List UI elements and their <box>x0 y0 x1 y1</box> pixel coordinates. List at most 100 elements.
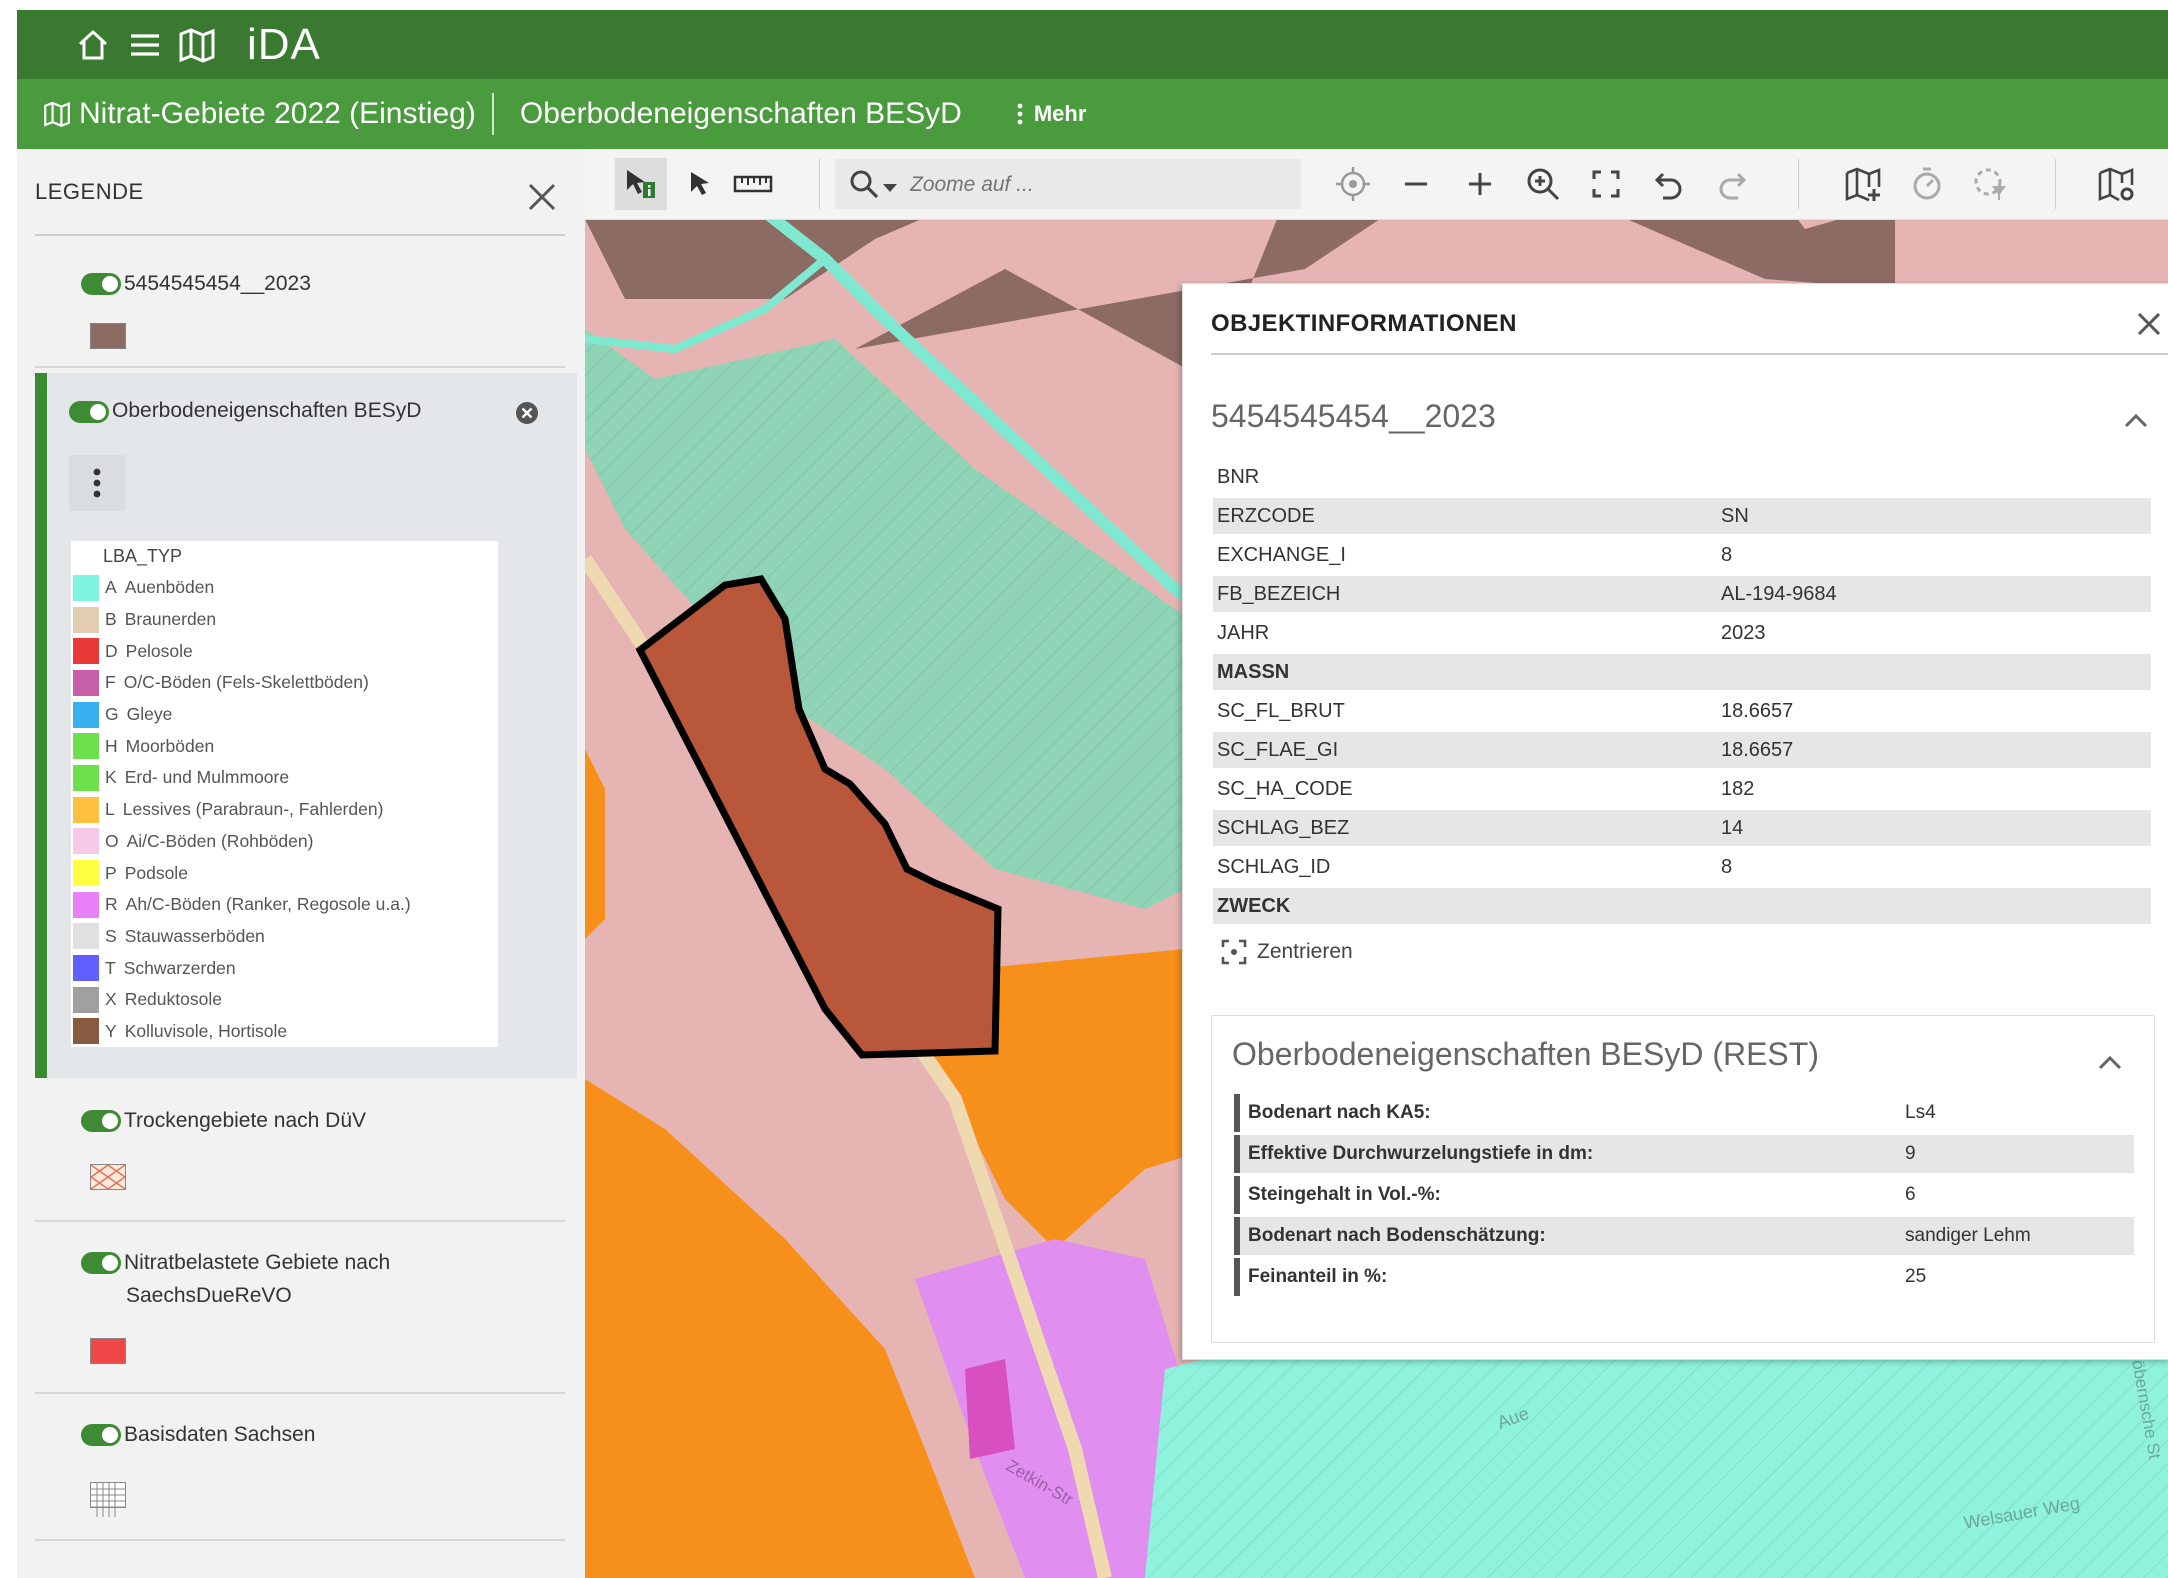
attribute-row: FB_BEZEICH AL-194-9684 <box>1213 576 2151 612</box>
attribute-key: ZWECK <box>1213 888 1717 924</box>
home-icon[interactable] <box>69 21 117 69</box>
legend-layer-nitratbelastet: Nitratbelastete Gebiete nach SaechsDueRe… <box>35 1220 565 1394</box>
attribute-key: EXCHANGE_I <box>1217 543 1346 566</box>
lba-code: S <box>105 925 117 946</box>
zoom-out-button[interactable] <box>1395 163 1437 205</box>
attribute-value: SN <box>1717 498 2151 534</box>
zoom-in-button[interactable] <box>1459 163 1501 205</box>
lba-legend-item: A Auenböden <box>71 572 498 604</box>
attribute-key: MASSN <box>1213 654 1717 690</box>
layer-swatch <box>90 1338 126 1364</box>
lba-legend-item: G Gleye <box>71 699 498 731</box>
legend-panel: LEGENDE 5454545454__2023 Oberbodeneigens… <box>17 149 586 1578</box>
timer-button[interactable] <box>1906 163 1948 205</box>
lba-swatch <box>73 955 99 982</box>
attribute-value <box>1717 654 2151 690</box>
feature-title: 5454545454__2023 <box>1211 398 1496 434</box>
more-button[interactable]: Mehr <box>992 101 1086 127</box>
app-header: iDA <box>17 10 2168 79</box>
layer-visibility-toggle[interactable] <box>81 1110 121 1132</box>
minus-icon <box>1405 182 1427 186</box>
rest-attribute-key: Steingehalt in Vol.-%: <box>1234 1176 1904 1214</box>
legend-layer-oberboden: Oberbodeneigenschaften BESyD LBA_TYP A Au… <box>35 373 577 1078</box>
rest-attribute-row: Steingehalt in Vol.-%: 6 <box>1234 1176 2134 1214</box>
lba-code: G <box>105 704 119 725</box>
redo-button[interactable] <box>1711 163 1753 205</box>
info-select-tool[interactable] <box>615 158 667 210</box>
locate-button[interactable] <box>1332 163 1374 205</box>
layer-visibility-toggle[interactable] <box>81 273 121 295</box>
menu-icon[interactable] <box>121 21 169 69</box>
zoom-area-button[interactable] <box>1522 163 1564 205</box>
attribute-value: 2023 <box>1721 621 1766 644</box>
close-icon <box>528 183 556 211</box>
breadcrumb-layer-label: Oberbodeneigenschaften BESyD <box>519 97 962 130</box>
rest-attribute-value: 6 <box>1905 1184 1916 1205</box>
lba-label: Gleye <box>126 704 173 725</box>
breadcrumb: Nitrat-Gebiete 2022 (Einstieg) Oberboden… <box>17 79 2168 149</box>
search-icon[interactable] <box>849 169 879 204</box>
attribute-key: SC_FLAE_GI <box>1213 732 1717 768</box>
lba-legend: LBA_TYP A Auenböden B Braunerden D Pelosole F O… <box>71 541 498 1048</box>
legend-close-button[interactable] <box>522 177 562 217</box>
breadcrumb-layer[interactable]: Oberbodeneigenschaften BESyD <box>494 92 978 136</box>
map-settings-button[interactable] <box>2095 163 2137 205</box>
lba-code: L <box>105 799 115 820</box>
rest-attribute-value: 9 <box>1904 1135 2134 1173</box>
timer-icon <box>1913 167 1941 200</box>
layer-swatch <box>90 1164 126 1190</box>
lba-label: Kolluvisole, Hortisole <box>124 1020 288 1041</box>
lba-swatch <box>73 986 99 1013</box>
lba-swatch <box>73 669 99 696</box>
attribute-value: 18.6657 <box>1721 699 1794 722</box>
lba-legend-item: L Lessives (Parabraun-, Fahlerden) <box>71 794 498 826</box>
lba-code: Y <box>105 1020 117 1041</box>
search-input[interactable] <box>908 167 1292 203</box>
lba-swatch <box>73 733 99 760</box>
attribute-row: JAHR 2023 <box>1213 615 2151 651</box>
plus-icon <box>1469 173 1491 195</box>
layer-visibility-toggle[interactable] <box>81 1424 121 1446</box>
layer-name: Basisdaten Sachsen <box>124 1423 316 1446</box>
attribute-key: SCHLAG_ID <box>1217 855 1331 878</box>
measure-tool[interactable] <box>732 163 774 205</box>
lba-label: Lessives (Parabraun-, Fahlerden) <box>122 799 384 820</box>
breadcrumb-project[interactable]: Nitrat-Gebiete 2022 (Einstieg) <box>17 92 492 136</box>
rest-collapse-button[interactable] <box>2092 1044 2128 1080</box>
fullscreen-button[interactable] <box>1585 163 1627 205</box>
layer-visibility-toggle[interactable] <box>69 401 109 423</box>
remove-layer-button[interactable] <box>515 401 539 425</box>
lba-legend-item: H Moorböden <box>71 730 498 762</box>
app-title: iDA <box>247 19 321 69</box>
feature-collapse-button[interactable] <box>2118 402 2154 438</box>
map-icon[interactable] <box>173 21 221 69</box>
lba-swatch <box>73 860 99 887</box>
rest-attribute-key: Effektive Durchwurzelungstiefe in dm: <box>1234 1135 1904 1173</box>
layer-options-button[interactable] <box>69 455 125 511</box>
info-close-button[interactable] <box>2131 306 2167 342</box>
layer-visibility-toggle[interactable] <box>81 1252 121 1274</box>
chevron-down-icon[interactable] <box>883 181 897 199</box>
center-button[interactable]: Zentrieren <box>1221 939 1353 965</box>
lba-legend-item: P Podsole <box>71 857 498 889</box>
attribute-value <box>1717 888 2151 924</box>
lba-legend-item: K Erd- und Mulmmoore <box>71 762 498 794</box>
attribute-value: AL-194-9684 <box>1717 576 2151 612</box>
cursor-icon <box>691 172 709 195</box>
lba-swatch <box>73 606 99 633</box>
lba-label: Braunerden <box>124 609 217 630</box>
select-tool[interactable] <box>679 163 721 205</box>
attribute-row: SC_FL_BRUT 18.6657 <box>1213 693 2151 729</box>
redo-icon <box>1719 172 1747 200</box>
select-filter-button[interactable] <box>1969 163 2011 205</box>
attribute-row: SCHLAG_ID 8 <box>1213 849 2151 885</box>
center-label: Zentrieren <box>1257 940 1353 963</box>
fullscreen-icon <box>1592 170 1620 198</box>
rest-attribute-row: Bodenart nach KA5: Ls4 <box>1234 1094 2134 1132</box>
lba-swatch <box>73 764 99 791</box>
rest-attribute-value: Ls4 <box>1905 1102 1936 1123</box>
add-map-button[interactable] <box>1842 163 1884 205</box>
attribute-row: EXCHANGE_I 8 <box>1213 537 2151 573</box>
undo-button[interactable] <box>1648 163 1690 205</box>
search-box[interactable] <box>835 159 1301 209</box>
